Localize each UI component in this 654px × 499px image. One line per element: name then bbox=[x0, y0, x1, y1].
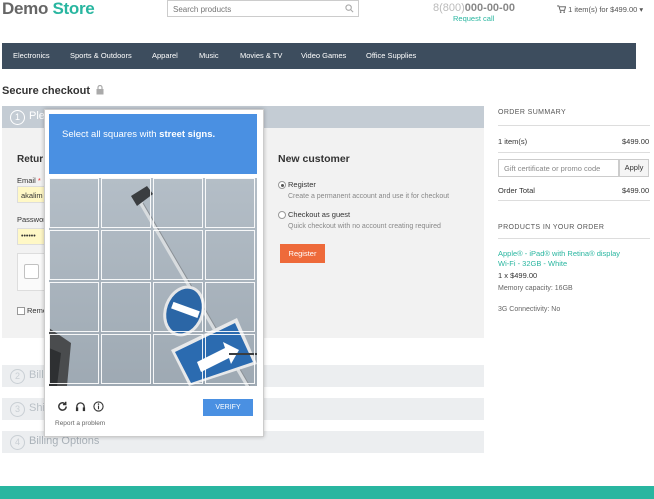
phone-digits: 000-00-00 bbox=[464, 2, 515, 14]
divider bbox=[498, 125, 650, 126]
search-icon[interactable] bbox=[345, 4, 354, 15]
password-label: Passwor bbox=[17, 215, 46, 224]
page-title: Secure checkout bbox=[2, 84, 104, 97]
grid-tile[interactable] bbox=[101, 334, 151, 384]
grid-tile[interactable] bbox=[205, 334, 255, 384]
step-2-label: Bill bbox=[29, 369, 44, 381]
logo-demo: Demo bbox=[2, 0, 49, 18]
guest-option-label: Checkout as guest bbox=[288, 210, 351, 219]
instruction-target: street signs. bbox=[159, 129, 216, 140]
reload-icon[interactable] bbox=[57, 401, 68, 414]
nav-item-electronics[interactable]: Electronics bbox=[13, 51, 50, 60]
email-label-text: Email bbox=[17, 176, 36, 185]
step-2-number: 2 bbox=[10, 369, 25, 384]
category-nav: Electronics Sports & Outdoors Apparel Mu… bbox=[2, 43, 636, 69]
email-label: Email * bbox=[17, 176, 41, 185]
email-field[interactable]: akalim bbox=[17, 186, 45, 203]
step-3-number: 3 bbox=[10, 402, 25, 417]
items-count: 1 item(s) bbox=[498, 137, 528, 146]
new-customer-title: New customer bbox=[278, 153, 350, 165]
grid-tile[interactable] bbox=[153, 178, 203, 228]
nav-item-music[interactable]: Music bbox=[199, 51, 219, 60]
search-box[interactable] bbox=[167, 0, 359, 18]
instruction-prefix: Select all squares with bbox=[62, 129, 157, 140]
grid-tile[interactable] bbox=[49, 178, 99, 228]
grid-tile[interactable] bbox=[205, 178, 255, 228]
nav-item-movies-tv[interactable]: Movies & TV bbox=[240, 51, 282, 60]
register-option-label: Register bbox=[288, 180, 316, 189]
product-option-memory: Memory capacity: 16GB bbox=[498, 285, 573, 292]
guest-radio[interactable] bbox=[278, 211, 286, 219]
recaptcha-checkbox[interactable] bbox=[24, 264, 39, 279]
recaptcha-challenge: Select all squares with street signs. VE… bbox=[44, 109, 264, 437]
grid-tile[interactable] bbox=[153, 282, 203, 332]
grid-tile[interactable] bbox=[49, 334, 99, 384]
divider bbox=[498, 200, 650, 201]
register-radio[interactable] bbox=[278, 181, 286, 189]
remember-checkbox[interactable] bbox=[17, 307, 25, 315]
step-4-number: 4 bbox=[10, 435, 25, 450]
phone-number: 8(800)000-00-00 bbox=[433, 2, 515, 14]
request-call-link[interactable]: Request call bbox=[453, 14, 494, 23]
grid-tile[interactable] bbox=[49, 230, 99, 280]
grid-tile[interactable] bbox=[205, 230, 255, 280]
product-link-variant[interactable]: Wi-Fi - 32GB - White bbox=[498, 259, 567, 268]
cart-label: 1 item(s) for $499.00 bbox=[568, 5, 638, 14]
nav-item-apparel[interactable]: Apparel bbox=[152, 51, 178, 60]
divider bbox=[498, 238, 650, 239]
product-qty-price: 1 x $499.00 bbox=[498, 271, 538, 280]
returning-customer-title: Retur bbox=[17, 154, 44, 165]
cart-icon bbox=[557, 5, 567, 14]
page-title-text: Secure checkout bbox=[2, 85, 91, 97]
cart-summary[interactable]: 1 item(s) for $499.00 ▾ bbox=[557, 5, 643, 14]
image-grid bbox=[49, 178, 257, 386]
grid-tile[interactable] bbox=[153, 334, 203, 384]
challenge-footer: VERIFY Report a problem bbox=[49, 392, 257, 432]
guest-hint: Quick checkout with no account creating … bbox=[288, 223, 441, 230]
step-3-label: Shi bbox=[29, 402, 45, 414]
info-icon[interactable] bbox=[93, 401, 104, 414]
nav-item-sports-outdoors[interactable]: Sports & Outdoors bbox=[70, 51, 132, 60]
order-summary-title: ORDER SUMMARY bbox=[498, 109, 567, 116]
headphones-icon[interactable] bbox=[75, 401, 86, 414]
grid-tile[interactable] bbox=[205, 282, 255, 332]
challenge-header: Select all squares with street signs. bbox=[49, 114, 257, 174]
report-problem-link[interactable]: Report a problem bbox=[55, 420, 105, 427]
footer-bar bbox=[0, 486, 654, 499]
grid-tile[interactable] bbox=[101, 178, 151, 228]
product-link[interactable]: Apple® - iPad® with Retina® display bbox=[498, 249, 620, 258]
step-1-number: 1 bbox=[10, 110, 25, 125]
grid-tile[interactable] bbox=[153, 230, 203, 280]
step-1-label: Ple bbox=[29, 110, 45, 122]
order-total-price: $499.00 bbox=[622, 186, 650, 195]
grid-tile[interactable] bbox=[49, 282, 99, 332]
promo-code-input[interactable]: Gift certificate or promo code bbox=[498, 159, 619, 177]
register-button[interactable]: Register bbox=[280, 244, 325, 263]
phone-prefix: 8(800) bbox=[433, 2, 465, 14]
items-price: $499.00 bbox=[622, 137, 650, 146]
challenge-instruction: Select all squares with street signs. bbox=[62, 129, 215, 140]
search-input[interactable] bbox=[168, 1, 348, 18]
order-total-label: Order Total bbox=[498, 186, 535, 195]
apply-button[interactable]: Apply bbox=[619, 159, 649, 177]
grid-tile[interactable] bbox=[101, 282, 151, 332]
register-hint: Create a permanent account and use it fo… bbox=[288, 193, 450, 200]
password-field[interactable]: •••••• bbox=[17, 228, 45, 245]
nav-item-office-supplies[interactable]: Office Supplies bbox=[366, 51, 416, 60]
store-logo[interactable]: Demo Store bbox=[2, 0, 95, 19]
grid-tile[interactable] bbox=[101, 230, 151, 280]
nav-item-video-games[interactable]: Video Games bbox=[301, 51, 346, 60]
recaptcha-widget bbox=[17, 253, 45, 291]
divider bbox=[498, 152, 650, 153]
lock-icon bbox=[93, 84, 104, 97]
required-mark: * bbox=[37, 176, 41, 185]
products-title: PRODUCTS IN YOUR ORDER bbox=[498, 224, 605, 231]
logo-store: Store bbox=[52, 0, 95, 18]
product-option-3g: 3G Connectivity: No bbox=[498, 306, 561, 313]
chevron-down-icon: ▾ bbox=[639, 5, 644, 14]
verify-button[interactable]: VERIFY bbox=[203, 399, 253, 416]
